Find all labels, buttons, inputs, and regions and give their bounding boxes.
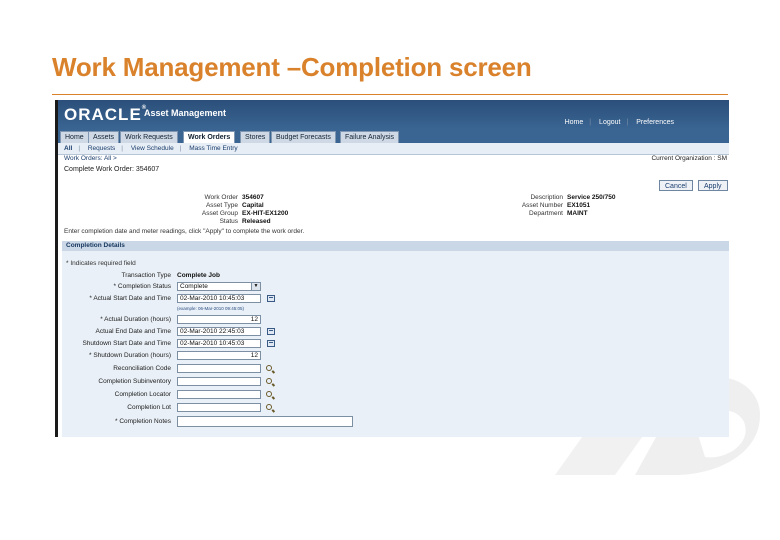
search-icon[interactable] [266,365,272,371]
chevron-down-icon: ▼ [251,283,260,290]
calendar-icon[interactable] [267,340,275,347]
completion-notes-label: * Completion Notes [115,418,171,425]
info-asset-group: Asset Group EX-HIT-EX1200 [201,210,289,217]
breadcrumb[interactable]: Work Orders: All > [64,155,117,162]
info-asset-type: Asset Type Capital [205,202,264,209]
actual-duration-label: * Actual Duration (hours) [100,316,171,323]
tab-stores[interactable]: Stores [240,131,271,143]
shutdown-duration-label: * Shutdown Duration (hours) [88,352,171,359]
completion-locator-input[interactable] [177,390,261,399]
section-header: Completion Details [62,241,729,251]
completion-lot-label: Completion Lot [127,404,171,411]
oracle-logo: ORACLE® [64,105,148,124]
date-format-hint: (example: 06-Mar-2010 09:45:05) [177,306,245,311]
tab-failure-analysis[interactable]: Failure Analysis [340,131,400,143]
reconciliation-code-input[interactable] [177,364,261,373]
completion-subinventory-input[interactable] [177,377,261,386]
screenshot-panel: ORACLE® Asset Management Home | Logout | P… [55,100,729,437]
subtab-mass-time-entry[interactable]: Mass Time Entry [189,145,237,152]
search-icon[interactable] [266,404,272,410]
search-icon[interactable] [266,391,272,397]
search-icon[interactable] [266,378,272,384]
tab-work-orders[interactable]: Work Orders [183,131,236,143]
actual-duration-input[interactable]: 12 [177,315,261,324]
completion-status-select[interactable]: Complete ▼ [177,282,261,291]
info-description: Description Service 250/750 [530,194,616,201]
shutdown-duration-input[interactable]: 12 [177,351,261,360]
info-asset-number: Asset Number EX1051 [521,202,591,209]
preferences-link[interactable]: Preferences [636,119,674,126]
info-status: Status Released [219,218,271,225]
info-department: Department MAINT [529,210,588,217]
calendar-icon[interactable] [267,328,275,335]
reconciliation-code-label: Reconciliation Code [113,365,171,372]
transaction-type-value: Complete Job [177,272,220,279]
subtab-bar: All | Requests | View Schedule | Mass Time … [58,143,729,155]
calendar-icon[interactable] [267,295,275,302]
shutdown-start-input[interactable]: 02-Mar-2010 10:45:03 [177,339,261,348]
title-divider [52,94,728,95]
instruction-text: Enter completion date and meter readings… [64,228,305,235]
product-name: Asset Management [144,108,227,118]
subtab-requests[interactable]: Requests [88,145,115,152]
actual-end-label: Actual End Date and Time [95,328,171,335]
apply-button[interactable]: Apply [698,180,728,191]
completion-notes-input[interactable] [177,416,353,427]
global-links: Home | Logout | Preferences [564,119,674,126]
completion-lot-input[interactable] [177,403,261,412]
app-header: ORACLE® Asset Management Home | Logout | P… [58,100,729,130]
required-note: * Indicates required field [66,260,136,267]
tab-assets[interactable]: Assets [88,131,120,143]
slide-title: Work Management –Completion screen [52,52,532,82]
current-organization: Current Organization : SM [651,155,727,162]
home-link[interactable]: Home [565,119,584,126]
completion-subinventory-label: Completion Subinventory [98,378,171,385]
actual-start-input[interactable]: 02-Mar-2010 10:45:03 [177,294,261,303]
page-title: Complete Work Order: 354607 [64,166,160,173]
completion-status-label: * Completion Status [113,283,171,290]
subtab-all[interactable]: All [64,145,72,152]
completion-locator-label: Completion Locator [114,391,171,398]
info-work-order: Work Order 354607 [204,194,264,201]
tab-home[interactable]: Home [60,131,89,143]
cancel-button[interactable]: Cancel [659,180,693,191]
tab-work-requests[interactable]: Work Requests [120,131,178,143]
transaction-type-label: Transaction Type [121,272,172,279]
tab-budget-forecasts[interactable]: Budget Forecasts [271,131,336,143]
logout-link[interactable]: Logout [599,119,620,126]
actual-start-label: * Actual Start Date and Time [89,295,171,302]
subtab-view-schedule[interactable]: View Schedule [131,145,174,152]
actual-end-input[interactable]: 02-Mar-2010 22:45:03 [177,327,261,336]
shutdown-start-label: Shutdown Start Date and Time [82,340,171,347]
